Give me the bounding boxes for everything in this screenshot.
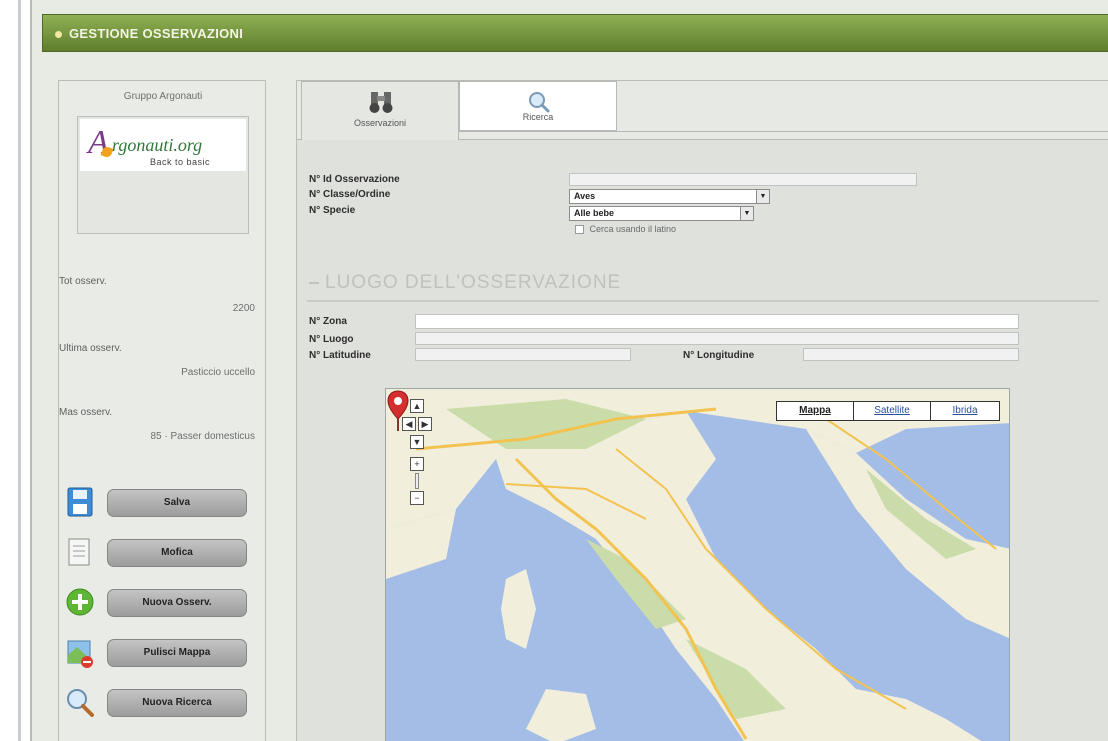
latin-search-option[interactable]: Cerca usando il latino <box>575 224 677 235</box>
section-marker <box>309 281 319 284</box>
location-section-title: LUOGO DELL'OSSERVAZIONE <box>309 272 621 294</box>
section-divider <box>307 300 1099 302</box>
stat-total-value: 2200 <box>232 303 255 314</box>
logo-subtitle: Back to basic <box>150 157 211 167</box>
magnifier-icon <box>529 92 550 113</box>
action-row-save: Salva <box>65 483 265 523</box>
latitude-input[interactable] <box>415 348 631 361</box>
map-type-hybrid-button[interactable]: Ibrida <box>930 401 1000 421</box>
floppy-disk-icon <box>67 487 93 517</box>
class-order-value: Aves <box>574 191 596 201</box>
stat-last-value: Pasticcio uccello <box>181 367 255 378</box>
new-search-button[interactable]: Nuova Ricerca <box>107 689 247 717</box>
save-button[interactable]: Salva <box>107 489 247 517</box>
zoom-out-icon[interactable]: − <box>410 491 424 505</box>
place-input[interactable] <box>415 332 1019 345</box>
logo-box: A rgonauti.org Back to basic <box>77 116 249 234</box>
class-order-select[interactable]: Aves ▼ <box>569 189 770 204</box>
tab-search[interactable]: Ricerca <box>459 81 617 131</box>
pan-right-icon[interactable]: ▶ <box>418 417 432 431</box>
field-species-label: N° Specie <box>309 205 356 216</box>
map-tiles <box>386 389 1009 741</box>
chevron-down-icon[interactable]: ▼ <box>740 206 754 221</box>
field-zone-label: N° Zona <box>309 316 347 327</box>
species-value: Alle bebe <box>574 208 615 218</box>
group-logo: A rgonauti.org Back to basic <box>80 119 246 171</box>
observation-form: N° Id Osservazione N° Classe/Ordine Aves… <box>297 139 1108 741</box>
field-id-label: N° Id Osservazione <box>309 174 400 185</box>
longitude-input[interactable] <box>803 348 1019 361</box>
binoculars-icon <box>369 92 393 113</box>
map-type-satellite-button[interactable]: Satellite <box>853 401 931 421</box>
search-magnifier-icon <box>67 689 94 717</box>
field-longitude-label: N° Longitudine <box>683 350 755 361</box>
field-place-label: N° Luogo <box>309 334 354 345</box>
map-pin-icon[interactable] <box>386 389 410 433</box>
title-bullet-icon <box>55 31 62 38</box>
tab-search-label: Ricerca <box>522 112 554 122</box>
action-row-new: Nuova Osserv. <box>65 583 265 623</box>
page-title: GESTIONE OSSERVAZIONI <box>69 26 244 41</box>
edit-button[interactable]: Mofica <box>107 539 247 567</box>
logo-word: rgonauti.org <box>112 135 203 155</box>
stat-last-label: Ultima osserv. <box>59 343 122 354</box>
clear-map-button[interactable]: Pulisci Mappa <box>107 639 247 667</box>
latin-search-label: Cerca usando il latino <box>589 224 677 234</box>
zoom-in-icon[interactable]: + <box>410 457 424 471</box>
group-title: Gruppo Argonauti <box>123 91 203 102</box>
window-edge <box>18 0 21 741</box>
map-type-map-button[interactable]: Mappa <box>776 401 854 421</box>
title-bar: GESTIONE OSSERVAZIONI <box>42 14 1108 52</box>
page: GESTIONE OSSERVAZIONI Gruppo Argonauti A… <box>0 0 1108 741</box>
tab-divider <box>459 131 1108 132</box>
stat-total-label: Tot osserv. <box>59 276 107 287</box>
tab-bar: Osservazioni Ricerca <box>297 81 1108 140</box>
zoom-slider[interactable] <box>415 473 419 489</box>
add-circle-icon <box>66 588 94 616</box>
pan-down-icon[interactable]: ▼ <box>410 435 424 449</box>
sidebar: Gruppo Argonauti A rgonauti.org Back to … <box>58 80 266 741</box>
action-row-clear-map: Pulisci Mappa <box>65 633 265 673</box>
zone-input[interactable] <box>415 314 1019 329</box>
clear-map-icon <box>67 640 93 668</box>
action-row-search: Nuova Ricerca <box>65 683 265 723</box>
latin-search-checkbox[interactable] <box>575 225 584 235</box>
field-latitude-label: N° Latitudine <box>309 350 371 361</box>
stat-max-value: 85 · Passer domesticus <box>150 431 256 442</box>
tab-observations-label: Osservazioni <box>353 118 407 128</box>
location-map[interactable]: ▲ ◀ ▶ ▼ + − Mappa Satellite Ibrida <box>385 388 1010 741</box>
edit-document-icon <box>68 538 90 566</box>
pan-up-icon[interactable]: ▲ <box>410 399 424 413</box>
species-select[interactable]: Alle bebe ▼ <box>569 206 754 221</box>
observation-id-input[interactable] <box>569 173 917 186</box>
tab-observations[interactable]: Osservazioni <box>301 81 459 140</box>
main-panel: Osservazioni Ricerca N° Id Osservazione … <box>296 80 1108 741</box>
action-row-edit: Mofica <box>65 533 265 573</box>
new-observation-button[interactable]: Nuova Osserv. <box>107 589 247 617</box>
chevron-down-icon[interactable]: ▼ <box>756 189 770 204</box>
location-section-text: LUOGO DELL'OSSERVAZIONE <box>325 272 622 293</box>
field-class-label: N° Classe/Ordine <box>309 189 391 200</box>
stat-max-label: Mas osserv. <box>59 407 113 418</box>
